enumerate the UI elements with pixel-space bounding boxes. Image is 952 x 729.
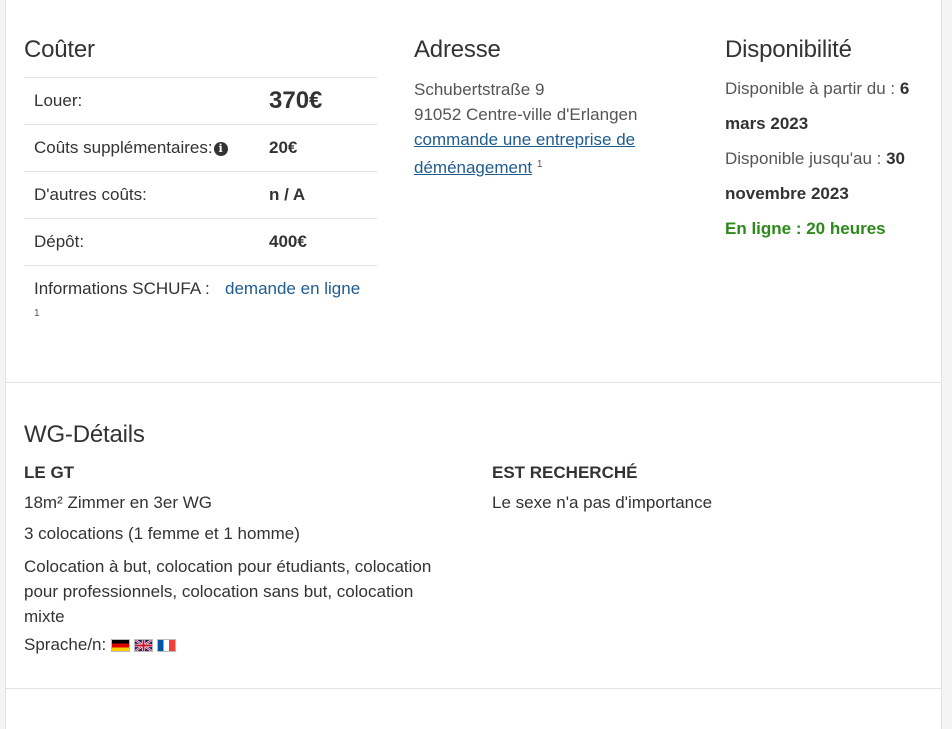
moving-company-link[interactable]: commande une entreprise de déménagement [414, 130, 635, 177]
address-city: 91052 Centre-ville d'Erlangen [414, 105, 638, 124]
available-until-date-month: novembre 2023 [725, 184, 849, 203]
cost-row-rent: Louer: 370€ [24, 77, 377, 124]
info-icon[interactable]: i [213, 142, 228, 156]
available-until-label: Disponible jusqu'au : [725, 149, 882, 168]
wg-flatmates: 3 colocations (1 femme et 1 homme) [24, 524, 300, 543]
address-street: Schubertstraße 9 [414, 80, 545, 99]
address-footnote: 1 [536, 159, 543, 170]
wg-right-heading: EST RECHERCHÉ [492, 463, 638, 482]
wg-room-size: 18m² Zimmer en 3er WG [24, 493, 212, 512]
cost-row-deposit: Dépôt: 400€ [24, 218, 377, 265]
german-flag-icon [110, 639, 130, 652]
wg-details-heading: WG-Détails [24, 421, 145, 448]
address-heading: Adresse [414, 36, 501, 63]
extra-costs-label: Coûts supplémentaires: i [34, 138, 228, 158]
wg-types: Colocation à but, colocation pour étudia… [24, 557, 432, 626]
available-from-label: Disponible à partir du : [725, 79, 896, 98]
wg-sought-gender: Le sexe n'a pas d'importance [492, 493, 713, 512]
deposit-value: 400€ [269, 232, 307, 251]
languages-label: Sprache/n: [24, 635, 107, 654]
french-flag-icon [156, 639, 176, 652]
moving-link-line1: commande une entreprise de [414, 130, 636, 149]
availability-block: Disponible à partir du : 6 mars 2023 Dis… [725, 71, 925, 246]
available-from-date-day: 6 [899, 79, 910, 98]
deposit-label: Dépôt: [34, 232, 85, 251]
listing-overview-panel: Coûter Louer: 370€ Coûts supplémentaires… [5, 0, 942, 383]
rent-value: 370€ [269, 87, 323, 114]
extra-costs-value: 20€ [269, 138, 298, 157]
wg-details-panel: WG-Détails LE GT 18m² Zimmer en 3er WG 3… [5, 383, 942, 689]
available-from-date-month: mars 2023 [725, 114, 809, 133]
costs-heading: Coûter [24, 36, 95, 63]
next-panel [5, 689, 942, 729]
available-until-date-day: 30 [886, 149, 906, 168]
other-costs-value: n / A [269, 185, 306, 204]
online-duration: En ligne : 20 heures [725, 219, 886, 238]
availability-heading: Disponibilité [725, 36, 852, 63]
other-costs-label: D'autres coûts: [34, 185, 147, 204]
costs-table: Louer: 370€ Coûts supplémentaires: i 20€ … [24, 77, 377, 326]
cost-row-other: D'autres coûts: n / A [24, 171, 377, 218]
rent-label: Louer: [34, 91, 83, 110]
schufa-request-link[interactable]: demande en ligne [225, 279, 360, 299]
wg-left-heading: LE GT [24, 463, 75, 482]
schufa-label: Informations SCHUFA : [34, 279, 210, 298]
wg-languages: Sprache/n: [24, 635, 180, 655]
schufa-footnote: 1 [34, 308, 40, 319]
uk-flag-icon [133, 639, 153, 652]
address-block: Schubertstraße 9 91052 Centre-ville d'Er… [414, 77, 674, 180]
schufa-row: Informations SCHUFA : demande en ligne 1 [24, 265, 377, 326]
extra-costs-label-text: Coûts supplémentaires: [34, 138, 213, 157]
cost-row-extra: Coûts supplémentaires: i 20€ [24, 124, 377, 171]
moving-link-line2: déménagement [414, 158, 533, 177]
